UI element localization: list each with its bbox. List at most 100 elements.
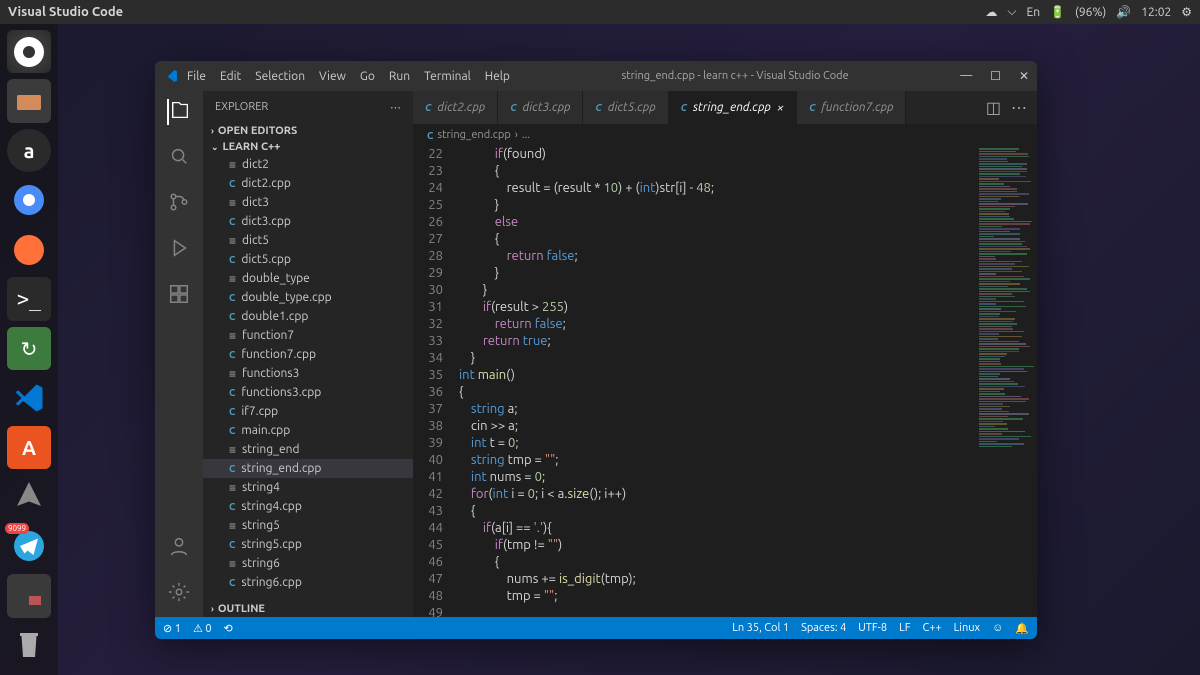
file-item[interactable]: ≡string6 [203,554,413,573]
open-editors-section[interactable]: ›OPEN EDITORS [203,123,413,139]
tab[interactable]: Cfunction7.cpp [797,91,906,124]
explorer-icon[interactable] [167,99,191,125]
tab-label: dict2.cpp [437,101,485,114]
tab[interactable]: Cdict3.cpp [498,91,583,124]
maximize-button[interactable]: ☐ [990,69,1001,83]
status-encoding[interactable]: UTF-8 [858,622,887,635]
lang-indicator[interactable]: En [1027,6,1041,19]
status-spaces[interactable]: Spaces: 4 [801,622,846,635]
file-name: dict2 [242,158,269,171]
status-broadcast-icon[interactable]: ⟲ [224,622,233,635]
dock-ubuntu-icon[interactable] [7,30,51,73]
file-item[interactable]: Cstring_end.cpp [203,459,413,478]
file-item[interactable]: Cdict2.cpp [203,174,413,193]
file-item[interactable]: Cif7.cpp [203,402,413,421]
cpp-icon: C [427,130,433,141]
file-name: function7.cpp [241,348,316,361]
battery-icon[interactable]: 🔋 [1050,5,1065,19]
status-errors[interactable]: ⊘ 1 [163,622,181,635]
close-button[interactable]: ✕ [1019,69,1029,83]
code-area[interactable]: 2223242526272829303132333435363738394041… [413,146,1037,617]
breadcrumb[interactable]: C string_end.cpp › ... [413,124,1037,146]
tab[interactable]: Cstring_end.cpp× [669,91,798,124]
file-name: function7 [242,329,294,342]
status-eol[interactable]: LF [899,622,910,635]
file-name: dict5.cpp [241,253,291,266]
minimap[interactable] [977,146,1037,617]
file-item[interactable]: ≡functions3 [203,364,413,383]
dock-workspace-icon[interactable] [7,574,51,617]
menu-run[interactable]: Run [389,70,410,83]
code-content[interactable]: if(found) { result = (result * 10) + (in… [459,146,977,617]
file-item[interactable]: Cstring4.cpp [203,497,413,516]
more-icon[interactable]: ⋯ [390,101,401,114]
dock-chromium-icon[interactable] [7,178,51,221]
dock-telegram-icon[interactable]: 9099 [7,525,51,568]
search-icon[interactable] [168,145,190,171]
menu-terminal[interactable]: Terminal [424,70,471,83]
menu-view[interactable]: View [319,70,346,83]
battery-pct: (96%) [1075,6,1106,19]
dock-monitor-icon[interactable]: ↻ [7,327,51,370]
cpp-icon: C [229,311,235,322]
menu-selection[interactable]: Selection [255,70,305,83]
dock-trash-icon[interactable] [7,624,51,667]
status-bell-icon[interactable]: 🔔 [1015,622,1029,635]
split-icon[interactable]: ◫ [986,98,1001,117]
menu-file[interactable]: File [187,70,206,83]
file-item[interactable]: Cfunction7.cpp [203,345,413,364]
file-item[interactable]: Cstring6.cpp [203,573,413,592]
wifi-icon[interactable]: ⌵ [1007,5,1016,19]
window-title: string_end.cpp - learn c++ - Visual Stud… [510,70,960,82]
account-icon[interactable] [168,535,190,561]
extensions-icon[interactable] [168,283,190,309]
dock-software-icon[interactable]: A [7,426,51,469]
volume-icon[interactable]: 🔊 [1116,5,1131,19]
editor-area: Cdict2.cppCdict3.cppCdict5.cppCstring_en… [413,91,1037,617]
vscode-window: File Edit Selection View Go Run Terminal Help s… [155,61,1037,639]
dock-settings-icon[interactable] [7,475,51,518]
file-item[interactable]: Cdouble_type.cpp [203,288,413,307]
folder-section[interactable]: ⌄LEARN C++ [203,139,413,155]
dock-terminal-icon[interactable]: >_ [7,277,51,320]
file-item[interactable]: ≡string5 [203,516,413,535]
file-item[interactable]: ≡function7 [203,326,413,345]
menu-go[interactable]: Go [360,70,375,83]
cpp-icon: C [425,102,431,113]
menu-edit[interactable]: Edit [220,70,241,83]
file-item[interactable]: ≡double_type [203,269,413,288]
file-item[interactable]: ≡string4 [203,478,413,497]
minimize-button[interactable]: — [960,69,972,83]
file-item[interactable]: ≡dict5 [203,231,413,250]
file-item[interactable]: Cfunctions3.cpp [203,383,413,402]
close-icon[interactable]: × [777,101,784,115]
tab[interactable]: Cdict2.cpp [413,91,498,124]
file-name: dict3 [242,196,269,209]
menu-help[interactable]: Help [485,70,510,83]
file-item[interactable]: Cdouble1.cpp [203,307,413,326]
cloud-icon[interactable]: ☁ [985,5,997,19]
status-lang[interactable]: C++ [923,622,942,635]
dock-firefox-icon[interactable] [7,228,51,271]
git-icon[interactable] [168,191,190,217]
dock-search-icon[interactable]: a [7,129,51,172]
tab[interactable]: Cdict5.cpp [583,91,668,124]
more-icon[interactable]: ⋯ [1011,98,1027,117]
status-os[interactable]: Linux [954,622,980,635]
dock-files-icon[interactable] [7,79,51,122]
status-cursor[interactable]: Ln 35, Col 1 [732,622,789,635]
file-item[interactable]: Cdict5.cpp [203,250,413,269]
outline-section[interactable]: ›OUTLINE [203,601,413,617]
debug-icon[interactable] [168,237,190,263]
status-warnings[interactable]: ⚠ 0 [193,622,212,635]
file-item[interactable]: ≡dict3 [203,193,413,212]
file-item[interactable]: Cdict3.cpp [203,212,413,231]
status-feedback-icon[interactable]: ☺ [992,622,1003,635]
file-item[interactable]: ≡string_end [203,440,413,459]
gear-icon[interactable]: ⚙ [1181,5,1192,19]
dock-vscode-icon[interactable] [7,376,51,419]
file-item[interactable]: ≡dict2 [203,155,413,174]
settings-icon[interactable] [168,581,190,607]
file-item[interactable]: Cmain.cpp [203,421,413,440]
file-item[interactable]: Cstring5.cpp [203,535,413,554]
